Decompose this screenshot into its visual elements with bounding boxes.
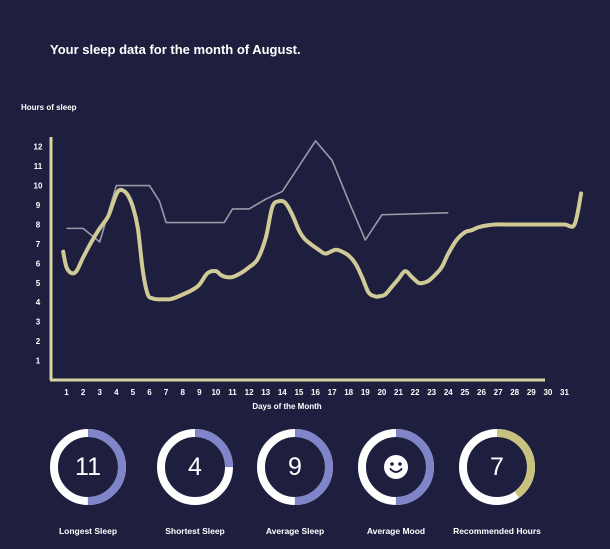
x-tick-label: 6 (147, 388, 152, 397)
stat-value: 7 (490, 453, 504, 481)
stat-value: 11 (75, 453, 101, 481)
x-tick-label: 28 (510, 388, 519, 397)
x-tick-label: 16 (311, 388, 320, 397)
y-tick-label: 9 (36, 201, 41, 210)
x-tick-label: 20 (377, 388, 386, 397)
stat-label: Shortest Sleep (165, 526, 225, 536)
stat-average-mood: Average Mood (341, 425, 451, 549)
x-tick-label: 31 (560, 388, 569, 397)
stat-shortest-sleep: 4 Shortest Sleep (140, 425, 250, 549)
stat-label: Longest Sleep (58, 526, 118, 536)
y-tick-label: 12 (34, 143, 43, 152)
x-tick-label: 11 (228, 388, 237, 397)
y-tick-label: 10 (34, 182, 43, 191)
x-tick-label: 14 (278, 388, 287, 397)
progress-ring: 7 (457, 427, 537, 507)
y-tick-label: 1 (36, 357, 41, 366)
stats-row: 11 Longest Sleep 4 Shortest Sleep 9 Aver… (0, 425, 610, 549)
x-tick-label: 21 (394, 388, 403, 397)
stat-value: 9 (288, 453, 302, 481)
y-tick-label: 2 (36, 337, 41, 346)
x-tick-label: 24 (444, 388, 453, 397)
stat-label: Average Mood (366, 526, 426, 536)
x-tick-label: 7 (164, 388, 169, 397)
progress-ring: 4 (155, 427, 235, 507)
x-tick-label: 25 (460, 388, 469, 397)
x-tick-label: 30 (543, 388, 552, 397)
progress-ring (356, 427, 436, 507)
stat-recommended-hours: 7 Recommended Hours (442, 425, 552, 549)
series-line-primary (61, 187, 584, 302)
y-tick-label: 8 (36, 220, 41, 229)
x-tick-label: 22 (411, 388, 420, 397)
x-tick-label: 5 (131, 388, 136, 397)
x-tick-label: 27 (494, 388, 503, 397)
x-tick-label: 9 (197, 388, 202, 397)
stat-average-sleep: 9 Average Sleep (240, 425, 350, 549)
x-tick-label: 1 (64, 388, 69, 397)
stat-label: Recommended Hours (453, 526, 541, 536)
x-tick-label: 26 (477, 388, 486, 397)
x-tick-label: 19 (361, 388, 370, 397)
x-tick-label: 3 (97, 388, 102, 397)
y-tick-label: 4 (36, 298, 41, 307)
x-tick-label: 12 (245, 388, 254, 397)
x-tick-label: 18 (344, 388, 353, 397)
y-tick-label: 7 (36, 240, 41, 249)
x-tick-label: 10 (211, 388, 220, 397)
y-tick-label: 11 (34, 162, 43, 171)
x-tick-label: 8 (180, 388, 185, 397)
y-axis-label: Hours of sleep (21, 103, 77, 112)
sleep-line-chart: Hours of sleep1234567891011121 2 3 4 5 6 7 8 9 10… (21, 103, 584, 411)
x-tick-label: 29 (527, 388, 536, 397)
x-axis-label: Days of the Month (252, 402, 321, 411)
y-tick-label: 3 (36, 318, 41, 327)
progress-ring: 11 (48, 427, 128, 507)
y-tick-label: 5 (36, 279, 41, 288)
stat-label: Average Sleep (265, 526, 325, 536)
x-tick-label: 13 (261, 388, 270, 397)
smiley-face-icon (384, 455, 408, 479)
x-tick-label: 4 (114, 388, 119, 397)
x-tick-label: 2 (81, 388, 86, 397)
y-tick-label: 6 (36, 259, 41, 268)
x-tick-label: 15 (294, 388, 303, 397)
x-tick-label: 17 (328, 388, 337, 397)
stat-longest-sleep: 11 Longest Sleep (33, 425, 143, 549)
x-tick-label: 23 (427, 388, 436, 397)
stat-value: 4 (188, 453, 202, 481)
progress-ring: 9 (255, 427, 335, 507)
